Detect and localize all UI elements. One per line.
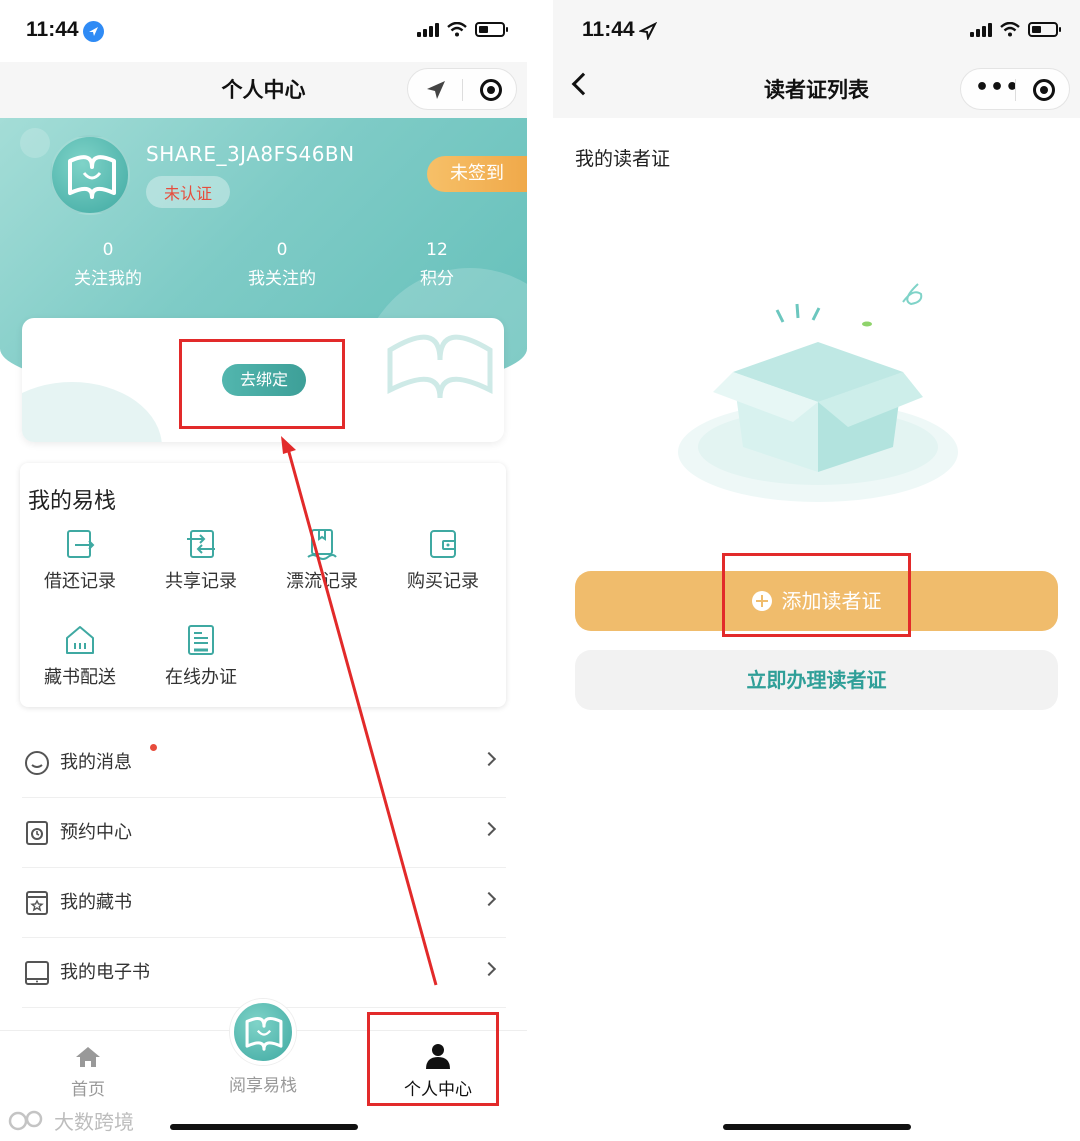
capsule-divider [1015,79,1016,101]
miniprogram-capsule: ••• [960,68,1070,110]
annotation-box-add-card [722,553,911,637]
apply-reader-card-button[interactable]: 立即办理读者证 [575,650,1058,710]
status-bar: 11:44 [553,0,1080,62]
home-indicator [170,1124,358,1130]
section-title: 我的读者证 [575,148,671,170]
empty-box-illustration [678,283,958,502]
home-indicator [723,1124,911,1130]
annotation-arrow [281,436,438,986]
wifi-icon [1000,22,1020,37]
watermark-logo-icon [8,1110,43,1130]
location-arrow-icon [639,22,657,40]
status-icons [970,22,1061,37]
watermark: 大数跨境 [8,1106,134,1135]
close-miniprogram-icon[interactable] [1033,79,1055,101]
status-time: 11:44 [582,18,635,41]
reader-card-list-screen: 11:44 读者证列表 ••• 我的读者证 添加读者证 立即办理读者证 [553,0,1080,1141]
personal-center-screen: SHARE_3JA8FS46BN 未认证 未签到 0 关注我的 0 我关注的 1… [0,0,527,1141]
nav-bar: 读者证列表 ••• [553,62,1080,118]
signal-icon [970,22,992,37]
battery-icon [1028,22,1061,37]
watermark-text: 大数跨境 [54,1110,134,1134]
more-icon[interactable]: ••• [975,75,1020,100]
